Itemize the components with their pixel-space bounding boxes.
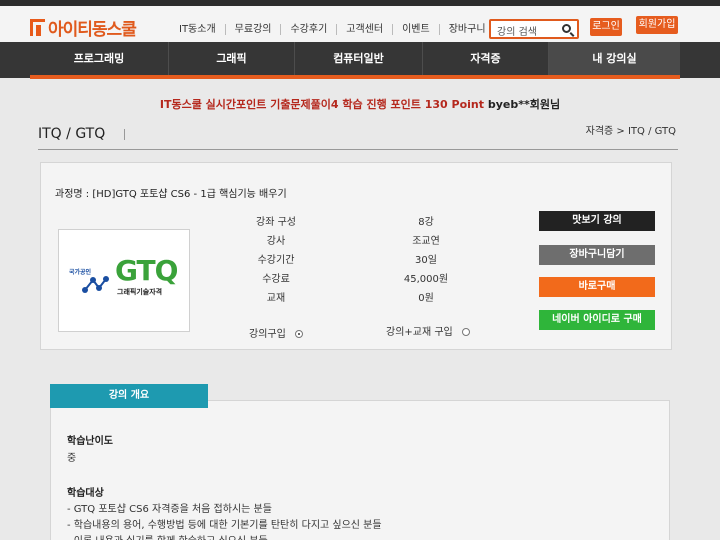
info-row: 교재 0원: [241, 289, 491, 308]
nav-accent-line: [30, 75, 680, 79]
tab-overview[interactable]: 강의 개요: [50, 384, 208, 408]
topnav-item-cart[interactable]: 장바구니: [438, 24, 495, 35]
category-nav: 프로그래밍 그래픽 컴퓨터일반 자격증 내 강의실: [0, 42, 720, 79]
category-certificates[interactable]: 자격증: [422, 42, 548, 76]
topnav-item-support[interactable]: 고객센터: [336, 24, 392, 35]
top-nav: IT동소개 무료강의 수강후기 고객센터 이벤트 장바구니: [170, 24, 495, 35]
radio-lecture-book[interactable]: [461, 328, 470, 336]
notice-user: byeb**회원님: [487, 98, 561, 111]
topnav-item-about[interactable]: IT동소개: [170, 24, 225, 35]
info-label: 교재: [266, 293, 286, 304]
info-row: 수강료 45,000원: [241, 270, 491, 289]
info-label: 강사: [266, 236, 286, 247]
target-item: - 학습내용의 용어, 수행방법 등에 대한 기본기를 탄탄히 다지고 싶으신 …: [67, 520, 382, 531]
category-programming[interactable]: 프로그래밍: [30, 42, 168, 76]
target-title: 학습대상: [67, 488, 104, 499]
category-computer-basics[interactable]: 컴퓨터일반: [294, 42, 422, 76]
info-row: 강좌 구성 8강: [241, 213, 491, 232]
logo-icon: [30, 18, 45, 36]
target-item: - GTQ 포토샵 CS6 자격증을 처음 접하시는 분들: [67, 504, 272, 515]
info-label: 수강기간: [257, 255, 295, 266]
info-label: 강좌 구성: [256, 217, 296, 228]
info-value: 8강: [418, 217, 434, 228]
join-button[interactable]: 회원가입: [636, 16, 678, 34]
preview-lecture-button[interactable]: 맛보기 강의: [539, 211, 655, 231]
add-to-cart-button[interactable]: 장바구니담기: [539, 245, 655, 265]
info-row: 강사 조교연: [241, 232, 491, 251]
breadcrumb[interactable]: 자격증 > ITQ / GTQ: [586, 122, 676, 137]
course-name: 과정명 : [HD]GTQ 포토샵 CS6 - 1급 핵심기능 배우기: [55, 189, 287, 200]
thumbnail-logo-text: GTQ: [115, 254, 178, 287]
buy-now-button[interactable]: 바로구매: [539, 277, 655, 297]
title-divider: [124, 129, 125, 140]
logo-text: 아이티동스쿨: [48, 19, 137, 40]
page-header: ITQ / GTQ 자격증 > ITQ / GTQ: [38, 120, 678, 150]
page-title: ITQ / GTQ: [38, 126, 106, 142]
topnav-item-events[interactable]: 이벤트: [392, 24, 439, 35]
search-placeholder: 강의 검색: [497, 27, 537, 38]
info-value: 30일: [415, 255, 437, 266]
difficulty-title: 학습난이도: [67, 436, 113, 447]
topnav-item-reviews[interactable]: 수강후기: [280, 24, 336, 35]
option-lecture-only[interactable]: 강의구입: [249, 325, 303, 340]
naver-buy-button[interactable]: 네이버 아이디로 구매: [539, 310, 655, 330]
radio-lecture-only[interactable]: [295, 330, 303, 338]
topnav-item-free-lectures[interactable]: 무료강의: [224, 24, 281, 35]
info-value: 조교연: [412, 236, 440, 247]
points-notice: IT동스쿨 실시간포인트 기출문제풀이4 학습 진행 포인트 130 Point…: [0, 96, 720, 112]
login-button[interactable]: 로그인: [590, 18, 622, 36]
search-input[interactable]: 강의 검색: [489, 19, 579, 39]
info-value: 45,000원: [403, 274, 449, 285]
course-detail-panel: 과정명 : [HD]GTQ 포토샵 CS6 - 1급 핵심기능 배우기 국가공인…: [40, 162, 672, 350]
site-logo[interactable]: 아이티동스쿨: [30, 16, 137, 40]
option-lecture-label: 강의구입: [249, 329, 286, 340]
target-item: - 이론 내용과 실기를 함께 학습하고 싶으신 분들: [67, 532, 268, 540]
info-label: 수강료: [262, 274, 290, 285]
notice-points: 130 Point: [424, 98, 485, 111]
search-icon[interactable]: [562, 24, 571, 33]
site-header: 아이티동스쿨 IT동소개 무료강의 수강후기 고객센터 이벤트 장바구니 강의 …: [0, 6, 720, 42]
category-my-classroom[interactable]: 내 강의실: [548, 42, 680, 76]
course-info-table: 강좌 구성 8강 강사 조교연 수강기간 30일 수강료 45,000원 교재 …: [241, 213, 491, 308]
info-value: 0원: [418, 293, 434, 304]
option-lecture-book[interactable]: 강의+교재 구입: [386, 323, 470, 338]
overview-panel: 학습난이도 중 학습대상 - GTQ 포토샵 CS6 자격증을 처음 접하시는 …: [50, 400, 670, 540]
course-thumbnail: 국가공인 GTQ 그래픽기술자격: [58, 229, 190, 332]
network-dots-icon: [82, 276, 109, 293]
info-row: 수강기간 30일: [241, 251, 491, 270]
notice-text: IT동스쿨 실시간포인트 기출문제풀이4 학습 진행 포인트: [159, 98, 421, 111]
category-graphics[interactable]: 그래픽: [168, 42, 294, 76]
difficulty-value: 중: [67, 453, 77, 464]
option-lecture-book-label: 강의+교재 구입: [386, 327, 453, 338]
thumbnail-subtitle: 그래픽기술자격: [117, 288, 163, 296]
